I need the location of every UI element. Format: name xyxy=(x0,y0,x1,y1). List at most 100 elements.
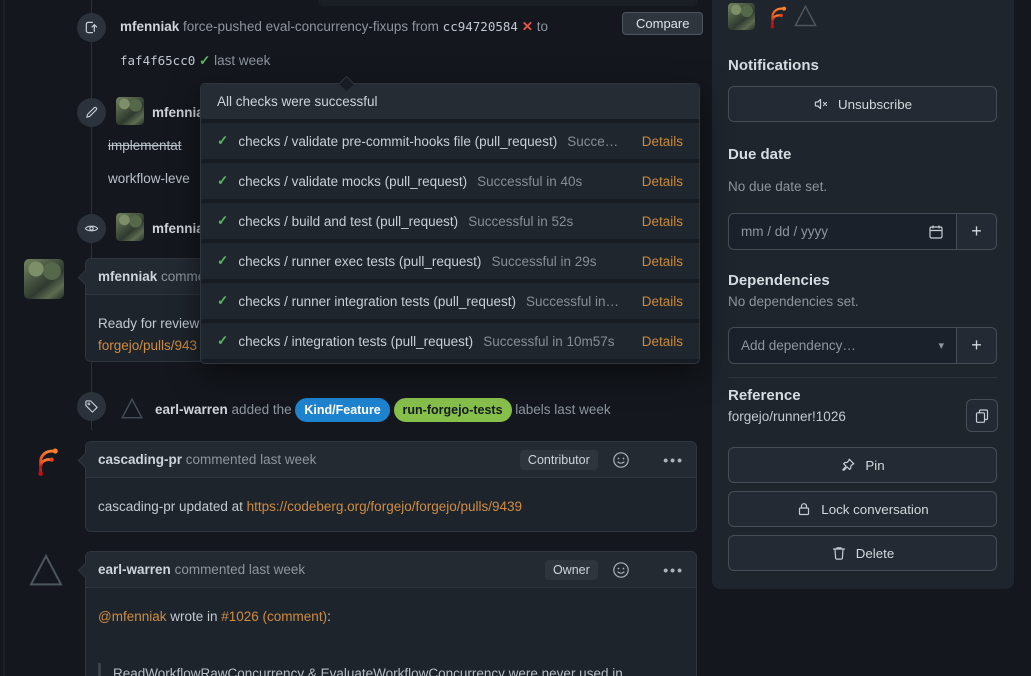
quoted-text: ReadWorkflowRawConcurrency & EvaluateWor… xyxy=(98,663,658,676)
calendar-icon[interactable] xyxy=(928,224,944,240)
reference-value: forgejo/runner!1026 xyxy=(728,409,846,424)
unsubscribe-button[interactable]: Unsubscribe xyxy=(728,86,997,122)
sidebar-divider xyxy=(728,377,997,378)
add-dependency-button[interactable]: + xyxy=(957,327,997,364)
actor-name[interactable]: mfennia xyxy=(152,221,204,236)
check-success-icon: ✓ xyxy=(217,253,228,269)
check-name: checks / build and test (pull_request) xyxy=(238,214,458,229)
avatar-triangle[interactable] xyxy=(25,551,67,591)
check-row: ✓ checks / validate mocks (pull_request)… xyxy=(201,163,699,199)
check-details-link[interactable]: Details xyxy=(642,174,683,189)
check-success-icon: ✓ xyxy=(217,293,228,309)
avatar[interactable] xyxy=(116,213,144,241)
delete-button[interactable]: Delete xyxy=(728,535,997,571)
check-row: ✓ checks / runner integration tests (pul… xyxy=(201,283,699,319)
edit-event-icon-circle xyxy=(77,98,106,127)
more-options-icon[interactable]: ••• xyxy=(663,562,684,578)
comment-ref-link[interactable]: #1026 (comment) xyxy=(221,609,327,624)
check-row: ✓ checks / build and test (pull_request)… xyxy=(201,203,699,239)
avatar-triangle[interactable] xyxy=(119,396,145,422)
force-push-icon xyxy=(84,20,99,35)
reference-heading: Reference xyxy=(728,387,801,404)
mute-icon xyxy=(813,96,829,112)
codeberg-pull-link[interactable]: https://codeberg.org/forgejo/forgejo/pul… xyxy=(247,499,522,514)
comment-author[interactable]: cascading-pr xyxy=(98,452,182,467)
check-row: ✓ checks / validate pre-commit-hooks fil… xyxy=(201,123,699,159)
check-details-link[interactable]: Details xyxy=(642,294,683,309)
old-commit-sha[interactable]: cc94720584 xyxy=(443,19,518,34)
actor-name[interactable]: mfennia xyxy=(152,105,204,120)
pin-icon xyxy=(840,457,856,473)
due-date-input[interactable]: mm / dd / yyyy xyxy=(728,213,957,250)
check-name: checks / runner exec tests (pull_request… xyxy=(238,254,481,269)
role-badge: Contributor xyxy=(520,450,598,470)
force-push-event-line1: mfenniak force-pushed eval-concurrency-f… xyxy=(120,17,548,37)
avatar-forgejo-logo[interactable] xyxy=(30,444,64,478)
viewport-left-edge xyxy=(3,0,5,676)
emoji-reaction-icon[interactable] xyxy=(612,421,650,499)
avatar[interactable] xyxy=(116,97,144,125)
due-date-empty-text: No due date set. xyxy=(728,179,827,194)
comment-author[interactable]: earl-warren xyxy=(98,562,171,577)
comment-author[interactable]: mfenniak xyxy=(98,269,157,284)
participant-avatar-forgejo-logo[interactable] xyxy=(764,3,791,30)
lock-conversation-button[interactable]: Lock conversation xyxy=(728,491,997,527)
check-row: ✓ checks / integration tests (pull_reque… xyxy=(201,323,699,359)
commit-status-check-icon[interactable]: ✓ xyxy=(199,53,210,68)
pull-request-link[interactable]: forgejo/pulls/943 xyxy=(98,338,197,353)
trash-icon xyxy=(831,545,847,561)
pin-button[interactable]: Pin xyxy=(728,447,997,483)
compare-button[interactable]: Compare xyxy=(622,12,703,35)
title-change-event-line: mfennia xyxy=(152,103,204,123)
add-dependency-select[interactable]: Add dependency… ▾ xyxy=(728,327,957,364)
check-name: checks / runner integration tests (pull_… xyxy=(238,294,516,309)
role-badge: Owner xyxy=(545,560,598,580)
comment-earl-warren: earl-warren commented last week Owner ••… xyxy=(85,551,697,676)
comment-header: cascading-pr commented last week Contrib… xyxy=(86,442,696,478)
check-details-link[interactable]: Details xyxy=(642,334,683,349)
participant-avatar[interactable] xyxy=(728,3,755,30)
checks-popup-header: All checks were successful xyxy=(201,84,699,119)
comment-text: cascading-pr updated at xyxy=(98,499,247,514)
comment-header: earl-warren commented last week Owner ••… xyxy=(86,552,696,588)
check-name: checks / validate mocks (pull_request) xyxy=(238,174,467,189)
check-row: ✓ checks / runner exec tests (pull_reque… xyxy=(201,243,699,279)
check-success-icon: ✓ xyxy=(217,333,228,349)
comment-cascading-pr: cascading-pr commented last week Contrib… xyxy=(85,441,697,532)
emoji-reaction-icon[interactable] xyxy=(612,531,650,609)
dependencies-empty-text: No dependencies set. xyxy=(728,294,859,309)
eye-icon xyxy=(84,221,99,236)
check-details-link[interactable]: Details xyxy=(642,214,683,229)
check-status: Successful in 29s xyxy=(491,254,596,269)
check-success-icon: ✓ xyxy=(217,213,228,229)
new-commit-sha[interactable]: faf4f65cc0 xyxy=(120,53,195,68)
pencil-icon xyxy=(84,105,99,120)
label-kind-feature[interactable]: Kind/Feature xyxy=(295,398,389,422)
add-due-date-button[interactable]: + xyxy=(957,213,997,250)
user-mention-link[interactable]: @mfenniak xyxy=(98,609,166,624)
more-options-icon[interactable]: ••• xyxy=(663,452,684,468)
due-date-input-group: mm / dd / yyyy + xyxy=(728,213,997,250)
label-event-icon-circle xyxy=(77,392,106,421)
check-details-link[interactable]: Details xyxy=(642,254,683,269)
avatar[interactable] xyxy=(24,259,64,299)
label-run-forgejo-tests[interactable]: run-forgejo-tests xyxy=(394,398,512,422)
lock-icon xyxy=(796,501,812,517)
copy-reference-button[interactable] xyxy=(966,399,998,432)
pull-request-page: mfenniak force-pushed eval-concurrency-f… xyxy=(0,0,1031,676)
tag-icon xyxy=(84,399,99,414)
dependency-placeholder: Add dependency… xyxy=(741,338,930,353)
event-time: last week xyxy=(210,53,270,68)
old-title-text: implementat xyxy=(108,136,182,156)
review-event-icon-circle xyxy=(77,214,106,243)
chevron-down-icon: ▾ xyxy=(938,339,944,352)
check-status: Successful in… xyxy=(526,294,619,309)
participant-avatar-triangle[interactable] xyxy=(792,3,819,30)
check-details-link[interactable]: Details xyxy=(642,134,683,149)
actor-name[interactable]: mfenniak xyxy=(120,19,179,34)
notifications-heading: Notifications xyxy=(728,57,819,74)
checks-popup: All checks were successful ✓ checks / va… xyxy=(200,83,700,364)
x-icon: ✕ xyxy=(522,19,533,34)
labels-event-line: earl-warren added the Kind/Feature run-f… xyxy=(155,398,611,422)
actor-name[interactable]: earl-warren xyxy=(155,400,228,420)
